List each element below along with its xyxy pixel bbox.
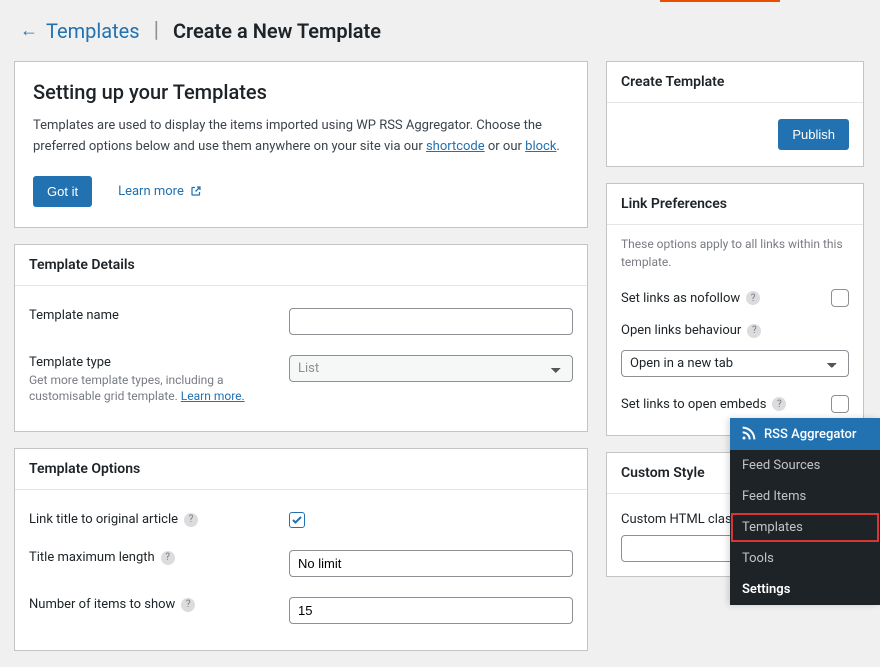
got-it-button[interactable]: Got it [33,176,92,207]
admin-menu-item-feed-items[interactable]: Feed Items [730,481,880,512]
num-items-input[interactable] [289,597,573,624]
num-items-row: Number of items to show ? [29,587,573,634]
intro-description: Templates are used to display the items … [33,116,569,158]
template-details-card: Template Details Template name Template … [14,244,588,433]
title-max-row: Title maximum length ? [29,540,573,587]
help-icon[interactable]: ? [747,324,761,338]
admin-menu-item-templates[interactable]: Templates [730,512,880,543]
template-type-help: Get more template types, including a cus… [29,372,277,406]
template-options-header: Template Options [15,449,587,490]
template-type-select[interactable]: List [289,355,573,382]
embeds-row: Set links to open embeds ? [621,387,849,421]
learn-more-link[interactable]: Learn more [118,184,202,199]
shortcode-link[interactable]: shortcode [426,139,485,154]
top-accent-bar [660,0,780,2]
template-details-header: Template Details [15,245,587,286]
admin-menu-item-feed-sources[interactable]: Feed Sources [730,450,880,481]
num-items-label: Number of items to show ? [29,597,277,612]
template-name-label: Template name [29,308,277,323]
create-template-header: Create Template [607,62,863,103]
admin-submenu-header[interactable]: RSS Aggregator [730,418,880,450]
template-type-row: Template type Get more template types, i… [29,345,573,416]
nofollow-checkbox[interactable] [831,289,849,307]
num-items-label-text: Number of items to show [29,597,175,612]
help-icon[interactable]: ? [181,598,195,612]
behaviour-label-row: Open links behaviour ? [621,315,849,346]
embeds-label: Set links to open embeds [621,397,766,412]
intro-card: Setting up your Templates Templates are … [14,61,588,228]
help-icon[interactable]: ? [161,551,175,565]
link-title-checkbox[interactable] [289,512,305,528]
intro-text-after: . [556,139,559,154]
external-link-icon [190,185,202,197]
link-title-label: Link title to original article ? [29,512,277,527]
html-class-label: Custom HTML class [621,512,738,527]
nofollow-row: Set links as nofollow ? [621,281,849,315]
admin-menu-item-settings[interactable]: Settings [730,574,880,605]
template-name-input[interactable] [289,308,573,335]
template-options-card: Template Options Link title to original … [14,448,588,651]
admin-submenu: RSS Aggregator Feed Sources Feed Items T… [730,418,880,605]
block-link[interactable]: block [525,139,556,154]
check-icon [291,514,303,526]
embeds-checkbox[interactable] [831,395,849,413]
breadcrumb-separator: | [154,18,159,43]
behaviour-select[interactable]: Open in a new tab [621,350,849,377]
page-title: Create a New Template [173,19,381,43]
breadcrumb-templates[interactable]: Templates [46,19,140,43]
learn-more-label: Learn more [118,184,184,199]
page-header: ← Templates | Create a New Template [0,0,880,51]
intro-text-middle: or our [485,139,525,154]
link-title-label-text: Link title to original article [29,512,178,527]
template-name-row: Template name [29,298,573,345]
help-icon[interactable]: ? [772,397,786,411]
title-max-label-text: Title maximum length [29,550,155,565]
title-max-input[interactable] [289,550,573,577]
behaviour-label: Open links behaviour [621,323,741,338]
help-icon[interactable]: ? [746,291,760,305]
template-type-learn-more-link[interactable]: Learn more. [181,389,245,403]
intro-title: Setting up your Templates [33,80,569,104]
nofollow-label: Set links as nofollow [621,291,740,306]
rss-icon [740,426,756,442]
link-title-row: Link title to original article ? [29,502,573,540]
admin-menu-item-tools[interactable]: Tools [730,543,880,574]
create-template-card: Create Template Publish [606,61,864,167]
link-preferences-header: Link Preferences [607,184,863,225]
back-arrow-icon[interactable]: ← [20,22,38,40]
template-type-label: Template type [29,355,277,370]
title-max-label: Title maximum length ? [29,550,277,565]
link-preferences-desc: These options apply to all links within … [621,235,849,271]
link-preferences-card: Link Preferences These options apply to … [606,183,864,436]
publish-button[interactable]: Publish [778,119,849,150]
help-icon[interactable]: ? [184,513,198,527]
admin-submenu-title: RSS Aggregator [764,427,856,442]
